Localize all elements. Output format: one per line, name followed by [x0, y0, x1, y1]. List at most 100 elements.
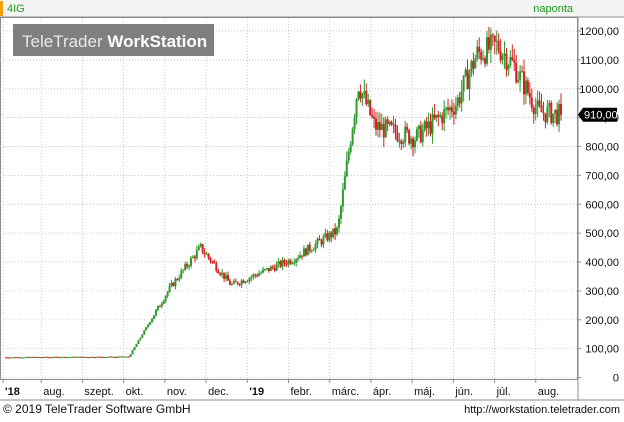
candle-body	[429, 121, 432, 134]
candle-body	[71, 356, 74, 358]
candle-body	[343, 176, 346, 190]
candle-body	[283, 260, 286, 264]
candle-body	[180, 270, 183, 279]
candle-body	[394, 124, 397, 133]
candle-body	[546, 106, 549, 123]
y-tick-label: 100,00	[585, 344, 619, 356]
header-marker	[0, 1, 3, 16]
candle-body	[373, 116, 376, 119]
candle-body	[16, 357, 19, 359]
candle-body	[310, 250, 313, 252]
candle-body	[380, 124, 383, 130]
last-price-tag: 910,00	[578, 107, 618, 122]
candle-body	[291, 262, 294, 264]
candle-body	[328, 232, 331, 241]
candle-body	[151, 318, 154, 322]
candle-body	[49, 357, 52, 359]
candle-body	[205, 253, 208, 255]
candle-body	[190, 258, 192, 266]
candle-body	[116, 356, 118, 358]
y-tick-label: 1000,00	[579, 84, 619, 96]
candle-body	[419, 125, 422, 143]
candle-body	[554, 109, 557, 114]
candle-body	[550, 102, 553, 124]
candle-body	[406, 126, 409, 131]
candle-body	[36, 356, 39, 358]
candle-body	[178, 278, 181, 280]
candle-body	[26, 356, 29, 358]
y-tick-label: 200,00	[585, 315, 619, 327]
candle-body	[558, 103, 561, 125]
candle-body	[528, 92, 531, 98]
candle-body	[548, 102, 551, 107]
logo-product: WorkStation	[107, 32, 207, 51]
candle-body	[114, 356, 117, 358]
candle-body	[349, 144, 352, 152]
candle-body	[464, 69, 467, 76]
candle-body	[449, 107, 451, 111]
candle-body	[92, 356, 95, 358]
candle-body	[275, 264, 278, 271]
candle-body	[538, 100, 541, 106]
candle-body	[462, 75, 465, 92]
candle-body	[63, 356, 66, 358]
candle-body	[521, 71, 524, 73]
candle-body	[515, 62, 518, 83]
candle-body	[299, 255, 302, 259]
y-tick-label: 1100,00	[580, 55, 619, 67]
candle-body	[326, 233, 329, 241]
candle-body	[530, 97, 533, 108]
candle-body	[96, 356, 99, 358]
candle-body	[367, 100, 370, 105]
candle-body	[318, 238, 321, 241]
candle-body	[252, 274, 255, 277]
candle-body	[51, 357, 54, 359]
candle-body	[392, 124, 395, 126]
candle-body	[217, 270, 220, 274]
candle-body	[45, 356, 48, 358]
candle-body	[456, 97, 459, 107]
copyright-text: © 2019 TeleTrader Software GmbH	[3, 402, 191, 416]
candle-body	[168, 285, 171, 292]
candle-body	[22, 357, 25, 359]
candle-body	[110, 356, 113, 358]
candle-body	[250, 276, 253, 279]
candle-body	[164, 295, 167, 302]
candle-body	[153, 315, 155, 319]
footer-url[interactable]: http://workstation.teletrader.com	[464, 404, 620, 416]
candle-body	[162, 301, 165, 304]
candle-body	[386, 119, 389, 125]
candle-body	[34, 356, 37, 358]
candle-body	[8, 357, 11, 359]
candle-body	[439, 115, 442, 117]
candle-body	[404, 126, 407, 143]
candle-body	[556, 109, 559, 125]
candle-body	[412, 138, 414, 148]
candle-body	[384, 119, 387, 138]
candle-body	[112, 356, 115, 358]
candle-body	[454, 106, 457, 115]
candle-body	[201, 244, 204, 253]
last-price-label: 910,00	[584, 110, 618, 122]
candle-body	[312, 249, 315, 251]
candle-body	[197, 246, 200, 251]
candle-body	[258, 273, 261, 277]
candle-body	[301, 255, 303, 257]
candle-body	[260, 272, 263, 274]
candle-body	[188, 265, 191, 267]
candle-body	[256, 275, 259, 277]
candle-body	[390, 121, 393, 125]
candle-body	[77, 356, 80, 358]
candle-body	[42, 357, 44, 359]
candle-body	[447, 107, 450, 111]
interval-label[interactable]: naponta	[533, 3, 574, 15]
candle-body	[437, 114, 440, 117]
x-tick-label: máj.	[414, 386, 435, 398]
candle-body	[139, 337, 142, 341]
candle-body	[166, 291, 169, 296]
candle-body	[470, 60, 473, 73]
candle-body	[18, 357, 21, 359]
candle-body	[158, 306, 161, 308]
candle-body	[127, 356, 130, 358]
candle-body	[133, 347, 136, 351]
